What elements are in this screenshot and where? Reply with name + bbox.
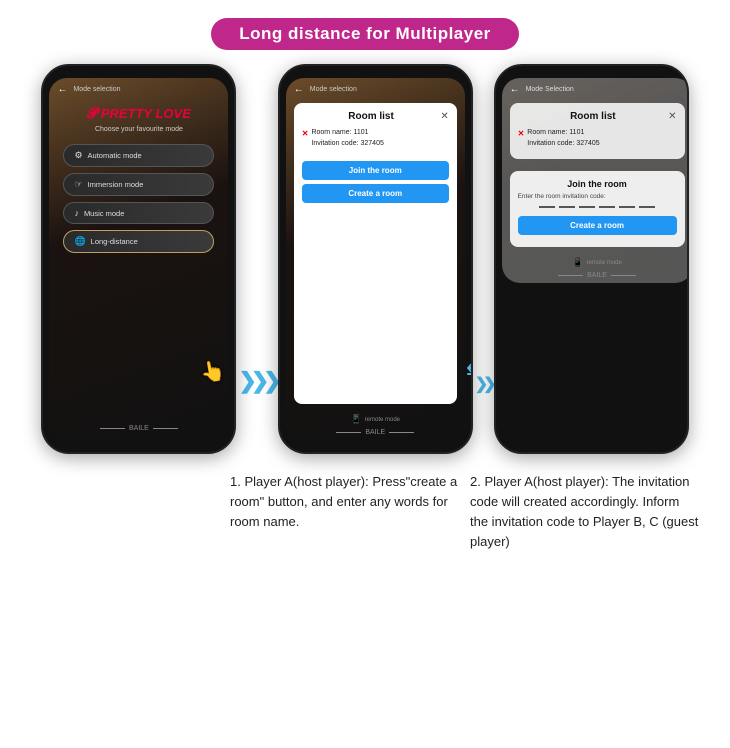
phone3-mode-label: Mode Selection <box>526 86 574 93</box>
phone2-mode-label: Mode selection <box>310 86 357 93</box>
modal-title: Room list <box>302 111 441 122</box>
chevrons-right-icon: ❯❯❯ <box>238 368 275 394</box>
title-badge: Long distance for Multiplayer <box>211 18 519 50</box>
mode-selection-label: Mode selection <box>73 86 120 93</box>
modal-title-row: Room list ✕ <box>302 111 449 122</box>
phone3-room-list-modal: Room list ✕ ✕ Room name: 1101 Invitation… <box>510 103 685 159</box>
phone1-header: ← Mode selection <box>49 78 228 97</box>
phone3-room-info: Room name: 1101 Invitation code: 327405 <box>527 128 599 149</box>
phone3-join-section: Join the room Enter the room invitation … <box>510 171 685 247</box>
phone1-subtitle: Choose your favourite mode <box>49 126 228 133</box>
phone-3-screen: ← Mode Selection Room list ✕ ✕ Room name… <box>502 78 689 283</box>
desc2-number: 2. <box>470 474 481 489</box>
phone-3: ← Mode Selection Room list ✕ ✕ Room name… <box>494 64 689 454</box>
logo-text: PRETTY LOVE <box>101 106 191 121</box>
immersion-icon: ☞ <box>74 179 82 190</box>
arrow-2: ❯❯ <box>475 374 492 454</box>
title-section: Long distance for Multiplayer <box>0 18 730 50</box>
phone3-modal-title: Room list <box>518 111 669 122</box>
music-icon: ♪ <box>74 208 79 218</box>
phone3-footer: 📱 remote mode <box>502 253 689 272</box>
join-room-subtitle: Enter the room invitation code: <box>518 193 677 200</box>
modal-close-button[interactable]: ✕ <box>440 111 448 122</box>
phone2-header: ← Mode selection <box>286 78 465 97</box>
phone-2: ← Mode selection Room list ✕ ✕ Room name… <box>278 64 473 454</box>
phone3-modal-close[interactable]: ✕ <box>668 111 676 122</box>
mode-longdistance[interactable]: 🌐 Long-distance <box>63 230 214 253</box>
back-arrow-icon-3[interactable]: ← <box>510 84 520 95</box>
phone3-room-item: ✕ Room name: 1101 Invitation code: 32740… <box>518 128 677 149</box>
phone3-content: ← Mode Selection Room list ✕ ✕ Room name… <box>502 78 689 283</box>
phone2-footer: 📱 remote mode <box>286 410 465 429</box>
phone2-room-list-modal: Room list ✕ ✕ Room name: 1101 Invitation… <box>294 103 457 404</box>
phone3-header: ← Mode Selection <box>502 78 689 97</box>
remote-icon-3: 📱 <box>572 257 583 268</box>
phone3-create-room-button[interactable]: Create a room <box>518 216 677 235</box>
globe-icon: 🌐 <box>74 236 85 247</box>
room-x-icon: ✕ <box>302 129 309 138</box>
desc1-number: 1. <box>230 474 241 489</box>
phone3-room-x: ✕ <box>518 129 525 138</box>
mode-immersion[interactable]: ☞ Immersion mode <box>63 173 214 196</box>
desc1-text: Player A(host player): Press"create a ro… <box>230 474 457 529</box>
curved-arrow-icon: ⇄ <box>466 358 472 384</box>
remote-icon-2: 📱 <box>350 414 361 425</box>
phone-2-screen: ← Mode selection Room list ✕ ✕ Room name… <box>286 78 465 440</box>
phone-1-screen: ← Mode selection 𝓟 PRETTY LOVE Choose yo… <box>49 78 228 440</box>
back-arrow-icon-2[interactable]: ← <box>294 84 304 95</box>
automatic-icon: ⚙ <box>74 150 82 161</box>
desc2-text: Player A(host player): The invitation co… <box>470 474 698 549</box>
description-2: 2. Player A(host player): The invitation… <box>470 472 700 553</box>
back-arrow-icon[interactable]: ← <box>57 84 67 95</box>
code-dashes <box>518 206 677 208</box>
create-room-button[interactable]: Create a room <box>302 184 449 203</box>
room-item: ✕ Room name: 1101 Invitation code: 32740… <box>302 128 449 149</box>
small-chevrons-icon: ❯❯ <box>475 374 492 394</box>
description-1: 1. Player A(host player): Press"create a… <box>230 472 460 553</box>
room-info: Room name: 1101 Invitation code: 327405 <box>311 128 383 149</box>
mode-automatic[interactable]: ⚙ Automatic mode <box>63 144 214 167</box>
phone-1: ← Mode selection 𝓟 PRETTY LOVE Choose yo… <box>41 64 236 454</box>
phones-row: ← Mode selection 𝓟 PRETTY LOVE Choose yo… <box>0 64 730 454</box>
arrow-1: ❯❯❯ <box>238 368 275 454</box>
phone1-logo: 𝓟 PRETTY LOVE <box>49 105 228 122</box>
phone3-modal-title-row: Room list ✕ <box>518 111 677 122</box>
mode-music[interactable]: ♪ Music mode <box>63 202 214 224</box>
join-room-title: Join the room <box>518 179 677 189</box>
descriptions-row: 1. Player A(host player): Press"create a… <box>30 472 700 553</box>
phone1-footer: BAILE <box>49 425 228 440</box>
join-room-button[interactable]: Join the room <box>302 161 449 180</box>
finger-pointer-icon: 👆 <box>198 357 227 386</box>
